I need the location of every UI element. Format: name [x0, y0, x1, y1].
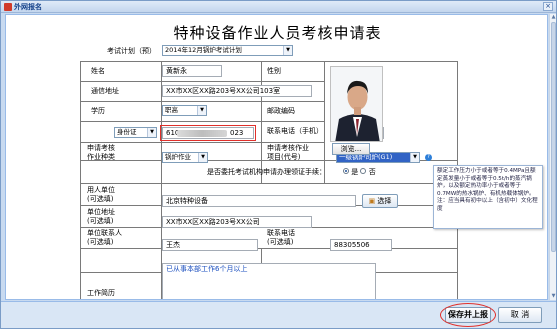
- phone-label: 联系电话（手机）: [267, 127, 323, 135]
- browse-photo-button[interactable]: 浏览...: [332, 143, 370, 155]
- entrust-no-radio[interactable]: [360, 168, 367, 174]
- project-label: 申请考核作业 项目(代号): [267, 144, 309, 161]
- person-photo-icon: [331, 67, 382, 141]
- scroll-down-icon[interactable]: ▼: [550, 293, 557, 299]
- employer-address-input[interactable]: XX市XX区XX路203号XX公司: [162, 216, 312, 228]
- id-type-select[interactable]: 身份证 ▼: [114, 127, 157, 138]
- chevron-down-icon: ▼: [198, 153, 207, 162]
- entrust-yes-radio[interactable]: [343, 168, 349, 174]
- education-select[interactable]: 职高 ▼: [162, 105, 207, 116]
- search-icon: ▣: [368, 197, 376, 205]
- dialog-footer: 保存并上报 取 消: [1, 301, 556, 328]
- applicant-photo: [330, 66, 383, 142]
- address-input[interactable]: XX市XX区XX路203号XX公司103室: [162, 85, 312, 97]
- save-highlight-ring: [440, 303, 496, 327]
- scroll-up-icon[interactable]: ▲: [550, 14, 557, 20]
- form-panel: 特种设备作业人员考核申请表 考试计划（预） 2014年12月锅炉考试计划 ▼ 姓…: [5, 14, 548, 300]
- category-select[interactable]: 锅炉作业 ▼: [162, 152, 208, 163]
- education-label: 学历: [91, 107, 105, 115]
- entrust-yes-label: 是: [351, 168, 359, 176]
- help-icon[interactable]: ?: [425, 154, 432, 161]
- contact-label: 单位联系人 (可选填): [87, 229, 122, 246]
- employer-address-label: 单位地址 (可选填): [87, 208, 115, 225]
- page-title: 特种设备作业人员考核申请表: [173, 24, 382, 42]
- postcode-label: 邮政编码: [267, 107, 295, 115]
- chevron-down-icon: ▼: [147, 128, 156, 137]
- entrust-radio-group: 是 否: [343, 168, 376, 177]
- gender-label: 性别: [267, 67, 281, 75]
- education-value: 职高: [165, 106, 178, 114]
- contact-input[interactable]: 王杰: [162, 239, 258, 251]
- contact-phone-label: 联系电话 (可选填): [267, 229, 295, 246]
- window-title: 外网报名: [14, 3, 42, 11]
- chevron-down-icon: ▼: [410, 153, 419, 162]
- name-label: 姓名: [91, 67, 105, 75]
- dialog-window: 外网报名 × 特种设备作业人员考核申请表 考试计划（预） 2014年12月锅炉考…: [0, 0, 557, 329]
- category-label: 申请考核 作业种类: [87, 144, 115, 161]
- employer-label: 用人单位 (可选填): [87, 186, 115, 203]
- contact-phone-input[interactable]: 88305506: [330, 239, 392, 251]
- exam-plan-label: 考试计划（预）: [107, 47, 156, 55]
- scroll-thumb[interactable]: [551, 22, 556, 252]
- app-icon: [4, 3, 12, 11]
- id-type-value: 身份证: [117, 128, 137, 136]
- id-highlight-box: [160, 125, 256, 141]
- exam-plan-select[interactable]: 2014年12月锅炉考试计划 ▼: [162, 45, 293, 56]
- employer-input[interactable]: 北京特种设备: [162, 195, 356, 207]
- entrust-label: 是否委托考试机构申请办理领证手续：: [207, 168, 326, 176]
- close-icon[interactable]: ×: [543, 2, 553, 11]
- choose-employer-button[interactable]: ▣ 选择: [362, 194, 398, 208]
- cancel-button[interactable]: 取 消: [498, 307, 542, 323]
- exam-plan-value: 2014年12月锅炉考试计划: [165, 46, 242, 54]
- title-bar[interactable]: 外网报名 ×: [1, 1, 556, 13]
- address-label: 通信地址: [91, 87, 119, 95]
- chevron-down-icon: ▼: [197, 106, 206, 115]
- work-history-label: 工作简历: [87, 289, 115, 297]
- chevron-down-icon: ▼: [283, 46, 292, 55]
- name-input[interactable]: 黄新永: [162, 65, 222, 77]
- project-tooltip: 额定工作压力小于或者等于0.4MPa且额定蒸发量小于或者等于0.5t/h的蒸汽锅…: [433, 165, 543, 229]
- entrust-no-label: 否: [368, 168, 376, 176]
- vertical-scrollbar[interactable]: ▲ ▼: [549, 14, 556, 300]
- category-value: 锅炉作业: [165, 153, 191, 161]
- work-history-textarea[interactable]: 已从事本部工作6个月以上: [162, 263, 376, 299]
